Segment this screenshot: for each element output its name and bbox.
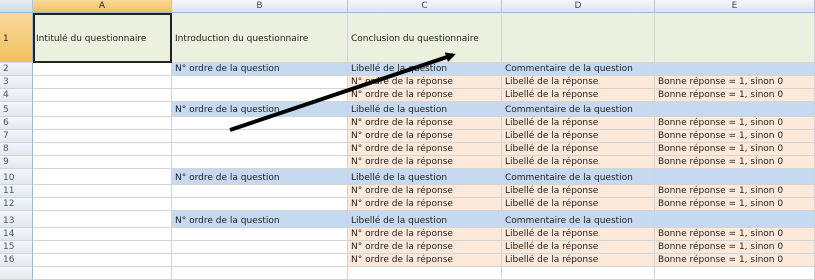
arrow-annotation-icon bbox=[229, 52, 456, 132]
spreadsheet: A B C D E 1 Intitulé du questionnaire In… bbox=[0, 0, 815, 280]
